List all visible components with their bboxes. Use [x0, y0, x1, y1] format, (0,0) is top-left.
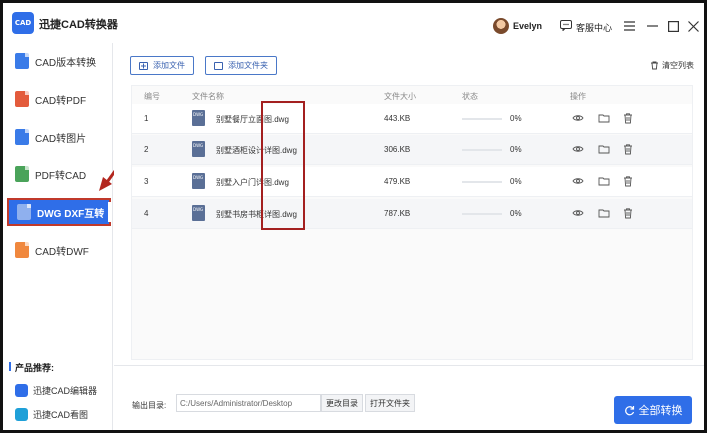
table-row[interactable]: 4 别墅书房书柜详图.dwg 787.KB 0% — [132, 199, 692, 229]
app-logo: CAD — [12, 12, 34, 34]
recommend-cad-editor[interactable]: 迅捷CAD编辑器 — [15, 382, 97, 398]
row-size: 787.KB — [384, 209, 411, 218]
sidebar-item-label: CAD转图片 — [35, 133, 87, 145]
dwg-file-icon — [192, 141, 205, 157]
row-progress: 0% — [510, 145, 522, 154]
eye-icon[interactable] — [572, 207, 584, 219]
table-row[interactable]: 3 别墅入户门详图.dwg 479.KB 0% — [132, 167, 692, 197]
dwf-file-icon — [15, 242, 29, 258]
convert-all-button[interactable]: 全部转换 — [614, 396, 692, 424]
title-bar: CAD 迅捷CAD转换器 Evelyn 客服中心 — [3, 3, 704, 43]
progress-bar — [462, 118, 502, 120]
sidebar-item-cad-to-dwf[interactable]: CAD转DWF — [7, 236, 111, 264]
maximize-icon[interactable] — [666, 19, 680, 33]
dwg-file-icon — [192, 205, 205, 221]
row-num: 4 — [144, 209, 149, 218]
output-label: 输出目录: — [132, 401, 167, 410]
eye-icon[interactable] — [572, 143, 584, 155]
dwg-file-icon — [192, 173, 205, 189]
cad-viewer-icon — [15, 407, 28, 421]
delete-icon[interactable] — [622, 112, 634, 124]
row-size: 443.KB — [384, 114, 411, 123]
add-file-button[interactable]: 添加文件 — [130, 56, 194, 75]
cad-editor-icon — [15, 383, 28, 397]
sidebar-item-label: CAD转PDF — [35, 95, 87, 107]
minimize-icon[interactable] — [645, 19, 659, 33]
folder-open-icon[interactable] — [598, 175, 610, 187]
progress-bar — [462, 149, 502, 151]
folder-open-icon[interactable] — [598, 143, 610, 155]
row-progress: 0% — [510, 177, 522, 186]
menu-icon[interactable] — [622, 19, 636, 33]
folder-open-icon[interactable] — [598, 112, 610, 124]
dwg-file-icon — [17, 204, 31, 220]
output-path-field[interactable]: C:/Users/Administrator/Desktop — [176, 394, 321, 412]
eye-icon[interactable] — [572, 112, 584, 124]
annotation-highlight — [261, 101, 305, 230]
recommend-cad-viewer[interactable]: 迅捷CAD看图 — [15, 406, 88, 422]
sidebar: CAD版本转换 CAD转PDF CAD转图片 PDF转CAD DWG DXF互转… — [3, 43, 113, 430]
recommend-title: 产品推荐: — [9, 362, 54, 373]
sidebar-item-label: PDF转CAD — [35, 170, 87, 182]
sidebar-item-cad-version[interactable]: CAD版本转换 — [7, 47, 111, 75]
user-name[interactable]: Evelyn — [513, 21, 542, 31]
chat-icon[interactable] — [560, 20, 572, 31]
user-avatar[interactable] — [493, 18, 509, 34]
row-num: 2 — [144, 145, 149, 154]
close-icon[interactable] — [686, 19, 700, 33]
trash-icon — [651, 61, 658, 70]
dwg-file-icon — [192, 110, 205, 126]
table-row[interactable]: 1 别墅餐厅立面图.dwg 443.KB 0% — [132, 104, 692, 134]
service-center-label[interactable]: 客服中心 — [576, 21, 612, 34]
app-window: CAD 迅捷CAD转换器 Evelyn 客服中心 CAD版本转换 CAD转PDF… — [0, 0, 707, 433]
plus-icon — [139, 61, 148, 70]
header-actions: 操作 — [570, 92, 586, 101]
pdf-file-icon — [15, 91, 29, 107]
header-status: 状态 — [462, 92, 478, 101]
add-folder-label: 添加文件夹 — [228, 61, 268, 70]
row-progress: 0% — [510, 209, 522, 218]
folder-open-icon[interactable] — [598, 207, 610, 219]
add-file-label: 添加文件 — [153, 61, 185, 70]
table-row[interactable]: 2 别墅酒柜设计详图.dwg 306.KB 0% — [132, 135, 692, 165]
row-size: 479.KB — [384, 177, 411, 186]
refresh-icon — [624, 405, 634, 415]
sidebar-item-cad-to-image[interactable]: CAD转图片 — [7, 123, 111, 151]
sidebar-item-label: CAD版本转换 — [35, 57, 97, 69]
header-num: 编号 — [144, 92, 160, 101]
sidebar-item-dwg-dxf[interactable]: DWG DXF互转 — [7, 198, 111, 226]
output-bar: 输出目录: C:/Users/Administrator/Desktop 更改目… — [114, 365, 704, 430]
add-folder-button[interactable]: 添加文件夹 — [205, 56, 277, 75]
clear-list-label: 清空列表 — [662, 61, 694, 70]
file-table: 编号 文件名称 文件大小 状态 操作 1 别墅餐厅立面图.dwg 443.KB … — [131, 85, 693, 360]
row-size: 306.KB — [384, 145, 411, 154]
progress-bar — [462, 213, 502, 215]
row-num: 1 — [144, 114, 149, 123]
active-indicator — [108, 202, 111, 222]
folder-icon — [214, 61, 223, 70]
progress-bar — [462, 181, 502, 183]
sidebar-item-label: CAD转DWF — [35, 246, 89, 258]
clear-list-button[interactable]: 清空列表 — [650, 60, 694, 71]
image-file-icon — [15, 129, 29, 145]
recommend-label: 迅捷CAD看图 — [33, 409, 89, 420]
eye-icon[interactable] — [572, 175, 584, 187]
sidebar-item-pdf-to-cad[interactable]: PDF转CAD — [7, 160, 111, 188]
header-name: 文件名称 — [192, 92, 224, 101]
recommend-label: 迅捷CAD编辑器 — [33, 385, 98, 396]
row-num: 3 — [144, 177, 149, 186]
delete-icon[interactable] — [622, 207, 634, 219]
delete-icon[interactable] — [622, 143, 634, 155]
pdf-file-icon — [15, 166, 29, 182]
sidebar-item-cad-to-pdf[interactable]: CAD转PDF — [7, 85, 111, 113]
open-folder-button[interactable]: 打开文件夹 — [365, 394, 415, 412]
header-size: 文件大小 — [384, 92, 416, 101]
app-title: 迅捷CAD转换器 — [39, 19, 118, 31]
cad-file-icon — [15, 53, 29, 69]
convert-all-label: 全部转换 — [638, 405, 683, 417]
change-dir-button[interactable]: 更改目录 — [321, 394, 363, 412]
row-progress: 0% — [510, 114, 522, 123]
sidebar-item-label: DWG DXF互转 — [37, 208, 105, 220]
delete-icon[interactable] — [622, 175, 634, 187]
